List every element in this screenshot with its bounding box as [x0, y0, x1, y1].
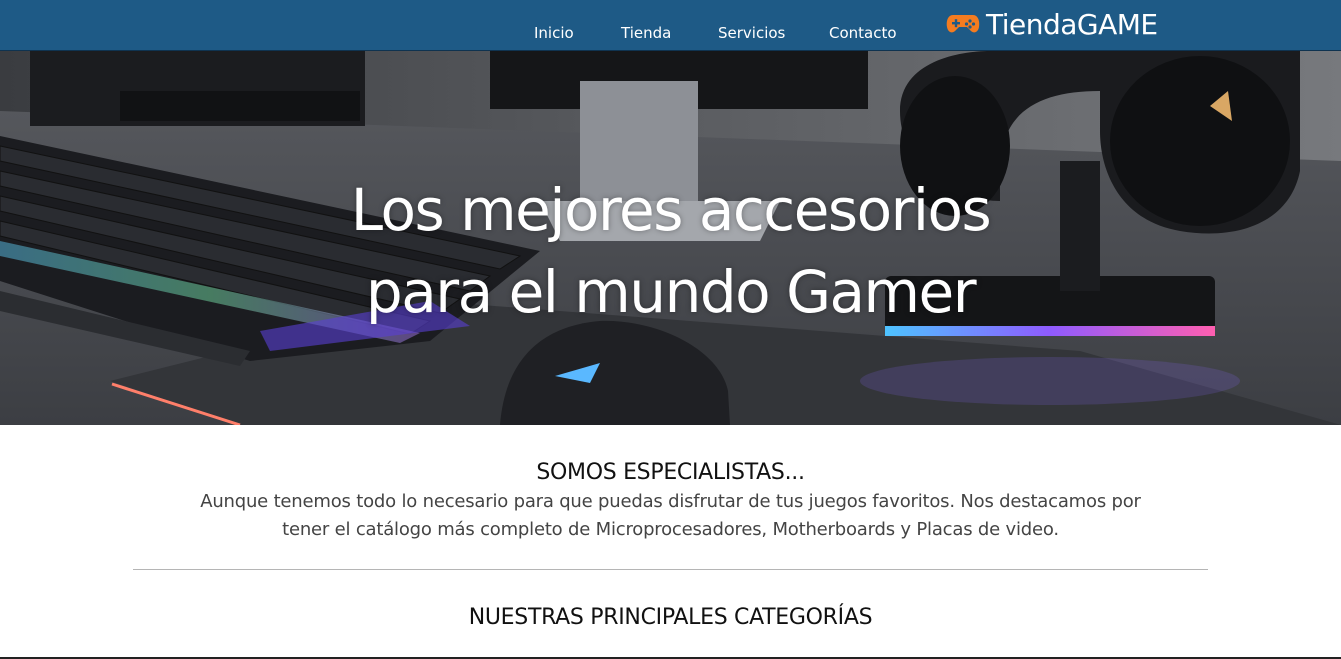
nav-link-servicios[interactable]: Servicios: [718, 0, 785, 51]
hero-title-line2: para el mundo Gamer: [365, 258, 977, 326]
nav-link-tienda[interactable]: Tienda: [621, 0, 671, 51]
top-navbar: Inicio Tienda Servicios Contacto TiendaG…: [0, 0, 1341, 51]
nav-link-contacto[interactable]: Contacto: [829, 0, 897, 51]
gamepad-icon: [946, 15, 980, 33]
about-heading: SOMOS ESPECIALISTAS...: [536, 460, 805, 485]
hero-title: Los mejores accesorios para el mundo Gam…: [0, 169, 1341, 333]
brand-name: TiendaGAME: [986, 7, 1158, 41]
hero-banner: Los mejores accesorios para el mundo Gam…: [0, 51, 1341, 425]
nav-link-inicio[interactable]: Inicio: [534, 0, 574, 51]
categories-heading: NUESTRAS PRINCIPALES CATEGORÍAS: [468, 605, 873, 630]
hero-title-line1: Los mejores accesorios: [350, 176, 992, 244]
about-text: Aunque tenemos todo lo necesario para qu…: [200, 491, 1141, 540]
section-divider: [133, 569, 1208, 570]
about-section: SOMOS ESPECIALISTAS... Aunque tenemos to…: [0, 458, 1341, 544]
brand-logo[interactable]: TiendaGAME: [946, 6, 1158, 42]
